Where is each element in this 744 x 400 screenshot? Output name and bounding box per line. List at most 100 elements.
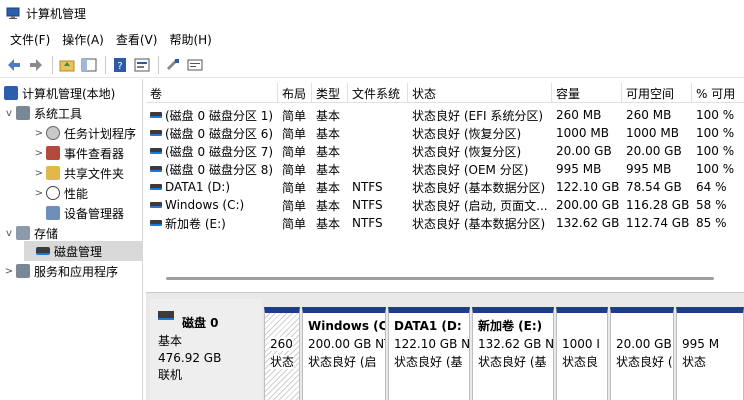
table-cell: 状态良好 (基本数据分区) xyxy=(408,214,552,232)
table-cell-text: 58 % xyxy=(696,198,727,212)
tree-item-task-scheduler[interactable]: > 任务计划程序 xyxy=(34,123,136,143)
table-cell xyxy=(348,142,408,160)
partition-size: 122.10 GB NT xyxy=(394,337,470,351)
tree-item-performance[interactable]: > 性能 xyxy=(34,183,88,203)
table-cell: 简单 xyxy=(278,214,312,232)
expand-icon[interactable]: > xyxy=(34,188,44,199)
table-cell xyxy=(348,124,408,142)
menu-action[interactable]: 操作(A) xyxy=(56,31,110,48)
menu-view[interactable]: 查看(V) xyxy=(110,31,164,48)
tree-item-storage[interactable]: v 存储 xyxy=(4,223,58,243)
forward-icon[interactable] xyxy=(26,55,46,75)
column-header-free-space[interactable]: 可用空间 xyxy=(622,83,692,103)
table-cell-text: 116.28 GB xyxy=(626,198,690,212)
title-bar: 计算机管理 xyxy=(0,0,744,26)
column-header-percent-free[interactable]: % 可用 xyxy=(692,83,744,103)
partition-block[interactable]: 995 M 状态 xyxy=(676,307,744,400)
partition-status: 状态良好 (基 xyxy=(478,355,547,369)
disk-size: 476.92 GB xyxy=(158,351,222,365)
tree-item-disk-management[interactable]: 磁盘管理 xyxy=(24,241,143,261)
disk-icon xyxy=(158,311,174,320)
table-cell: (磁盘 0 磁盘分区 7) xyxy=(146,142,278,160)
expand-icon[interactable]: > xyxy=(34,148,44,159)
table-cell-text: 78.54 GB xyxy=(626,180,682,194)
window-title: 计算机管理 xyxy=(26,6,87,21)
tree-item-services-apps[interactable]: > 服务和应用程序 xyxy=(4,261,118,281)
tree-item-shared-folders[interactable]: > 共享文件夹 xyxy=(34,163,124,183)
column-header-filesystem[interactable]: 文件系统 xyxy=(348,83,408,103)
column-header-status[interactable]: 状态 xyxy=(408,83,552,103)
disk-info[interactable]: 磁盘 0 基本 476.92 GB 联机 xyxy=(150,299,262,400)
table-cell: (磁盘 0 磁盘分区 6) xyxy=(146,124,278,142)
table-cell-text: 200.00 GB xyxy=(556,198,620,212)
table-row[interactable]: (磁盘 0 磁盘分区 1) 简单 基本 状态良好 (EFI 系统分区) 260 MB 26… xyxy=(146,106,744,124)
table-cell: 简单 xyxy=(278,178,312,196)
partition-block[interactable]: 1000 I 状态良 xyxy=(556,307,608,400)
tree-item-device-manager[interactable]: 设备管理器 xyxy=(34,203,124,223)
table-row[interactable]: (磁盘 0 磁盘分区 8) 简单 基本 状态良好 (OEM 分区) 995 MB 995 … xyxy=(146,160,744,178)
console-icon[interactable] xyxy=(185,55,205,75)
table-cell: 简单 xyxy=(278,160,312,178)
properties-icon[interactable] xyxy=(132,55,152,75)
table-row[interactable]: 新加卷 (E:) 简单 基本 NTFS 状态良好 (基本数据分区) 132.62 GB 11… xyxy=(146,214,744,232)
back-icon[interactable] xyxy=(4,55,24,75)
partition-name: Windows (C xyxy=(308,319,386,333)
menu-bar: 文件(F) 操作(A) 查看(V) 帮助(H) xyxy=(0,28,744,50)
table-cell-text: 100 % xyxy=(696,126,735,140)
tree-item-event-viewer[interactable]: > 事件查看器 xyxy=(34,143,124,163)
horizontal-scrollbar[interactable] xyxy=(146,275,744,283)
menu-file[interactable]: 文件(F) xyxy=(4,31,56,48)
column-header-volume[interactable]: 卷 xyxy=(146,83,278,103)
expand-icon[interactable]: > xyxy=(34,168,44,179)
table-row[interactable]: DATA1 (D:) 简单 基本 NTFS 状态良好 (基本数据分区) 122.10 GB… xyxy=(146,178,744,196)
tree-root[interactable]: 计算机管理(本地) xyxy=(2,83,115,103)
table-cell: (磁盘 0 磁盘分区 8) xyxy=(146,160,278,178)
partition-block[interactable]: 新加卷 (E:) 132.62 GB NT 状态良好 (基 xyxy=(472,307,554,400)
expand-icon[interactable]: > xyxy=(4,266,14,277)
table-cell-text: 简单 xyxy=(282,198,307,213)
scrollbar-thumb[interactable] xyxy=(166,277,714,280)
partition-block[interactable]: DATA1 (D: 122.10 GB NT 状态良好 (基 xyxy=(388,307,470,400)
expand-icon[interactable]: v xyxy=(4,228,14,239)
table-cell: 简单 xyxy=(278,124,312,142)
help-icon[interactable]: ? xyxy=(110,55,130,75)
connect-icon[interactable] xyxy=(163,55,183,75)
table-cell: 基本 xyxy=(312,160,348,178)
partition-name: DATA1 (D: xyxy=(394,319,462,333)
tree-item-label: 事件查看器 xyxy=(64,146,125,161)
tree-item-system-tools[interactable]: v 系统工具 xyxy=(4,103,82,123)
expand-icon[interactable]: > xyxy=(34,128,44,139)
table-cell-text: NTFS xyxy=(352,180,383,194)
column-header-layout[interactable]: 布局 xyxy=(278,83,312,103)
disk-management-icon xyxy=(36,247,50,255)
column-header-capacity[interactable]: 容量 xyxy=(552,83,622,103)
table-cell-text: 122.10 GB xyxy=(556,180,620,194)
partition-size: 20.00 GB xyxy=(616,337,672,351)
column-header-type[interactable]: 类型 xyxy=(312,83,348,103)
table-row[interactable]: (磁盘 0 磁盘分区 6) 简单 基本 状态良好 (恢复分区) 1000 MB 1000 … xyxy=(146,124,744,142)
expand-icon[interactable]: v xyxy=(4,108,14,119)
volume-icon xyxy=(150,220,162,226)
table-row[interactable]: (磁盘 0 磁盘分区 7) 简单 基本 状态良好 (恢复分区) 20.00 GB 20.0… xyxy=(146,142,744,160)
disk-graphical-pane: 磁盘 0 基本 476.92 GB 联机 260 状态 Windows (C 200.… xyxy=(146,292,744,400)
tree-item-label: 存储 xyxy=(34,226,59,241)
show-hide-tree-icon[interactable] xyxy=(79,55,99,75)
table-cell: 基本 xyxy=(312,196,348,214)
table-cell-text: 1000 MB xyxy=(626,126,679,140)
tree-item-label: 共享文件夹 xyxy=(64,166,125,181)
toolbar-separator xyxy=(52,55,53,74)
menu-help[interactable]: 帮助(H) xyxy=(163,31,217,48)
table-row[interactable]: Windows (C:) 简单 基本 NTFS 状态良好 (启动, 页面文... 200.… xyxy=(146,196,744,214)
partition-block[interactable]: 20.00 GB 状态良好 ( xyxy=(610,307,674,400)
partition-block[interactable]: 260 状态 xyxy=(264,307,300,400)
table-cell: 状态良好 (EFI 系统分区) xyxy=(408,106,552,124)
partition-block[interactable]: Windows (C 200.00 GB NT 状态良好 (启 xyxy=(302,307,386,400)
toolbar-separator xyxy=(158,55,159,74)
table-cell-text: 状态良好 (EFI 系统分区) xyxy=(412,108,544,123)
table-cell: 100 % xyxy=(692,124,744,142)
computer-icon xyxy=(4,86,18,100)
services-icon xyxy=(16,264,30,278)
folder-up-icon[interactable] xyxy=(57,55,77,75)
partition-status: 状态良 xyxy=(562,355,599,369)
toolbar-separator xyxy=(105,55,106,74)
